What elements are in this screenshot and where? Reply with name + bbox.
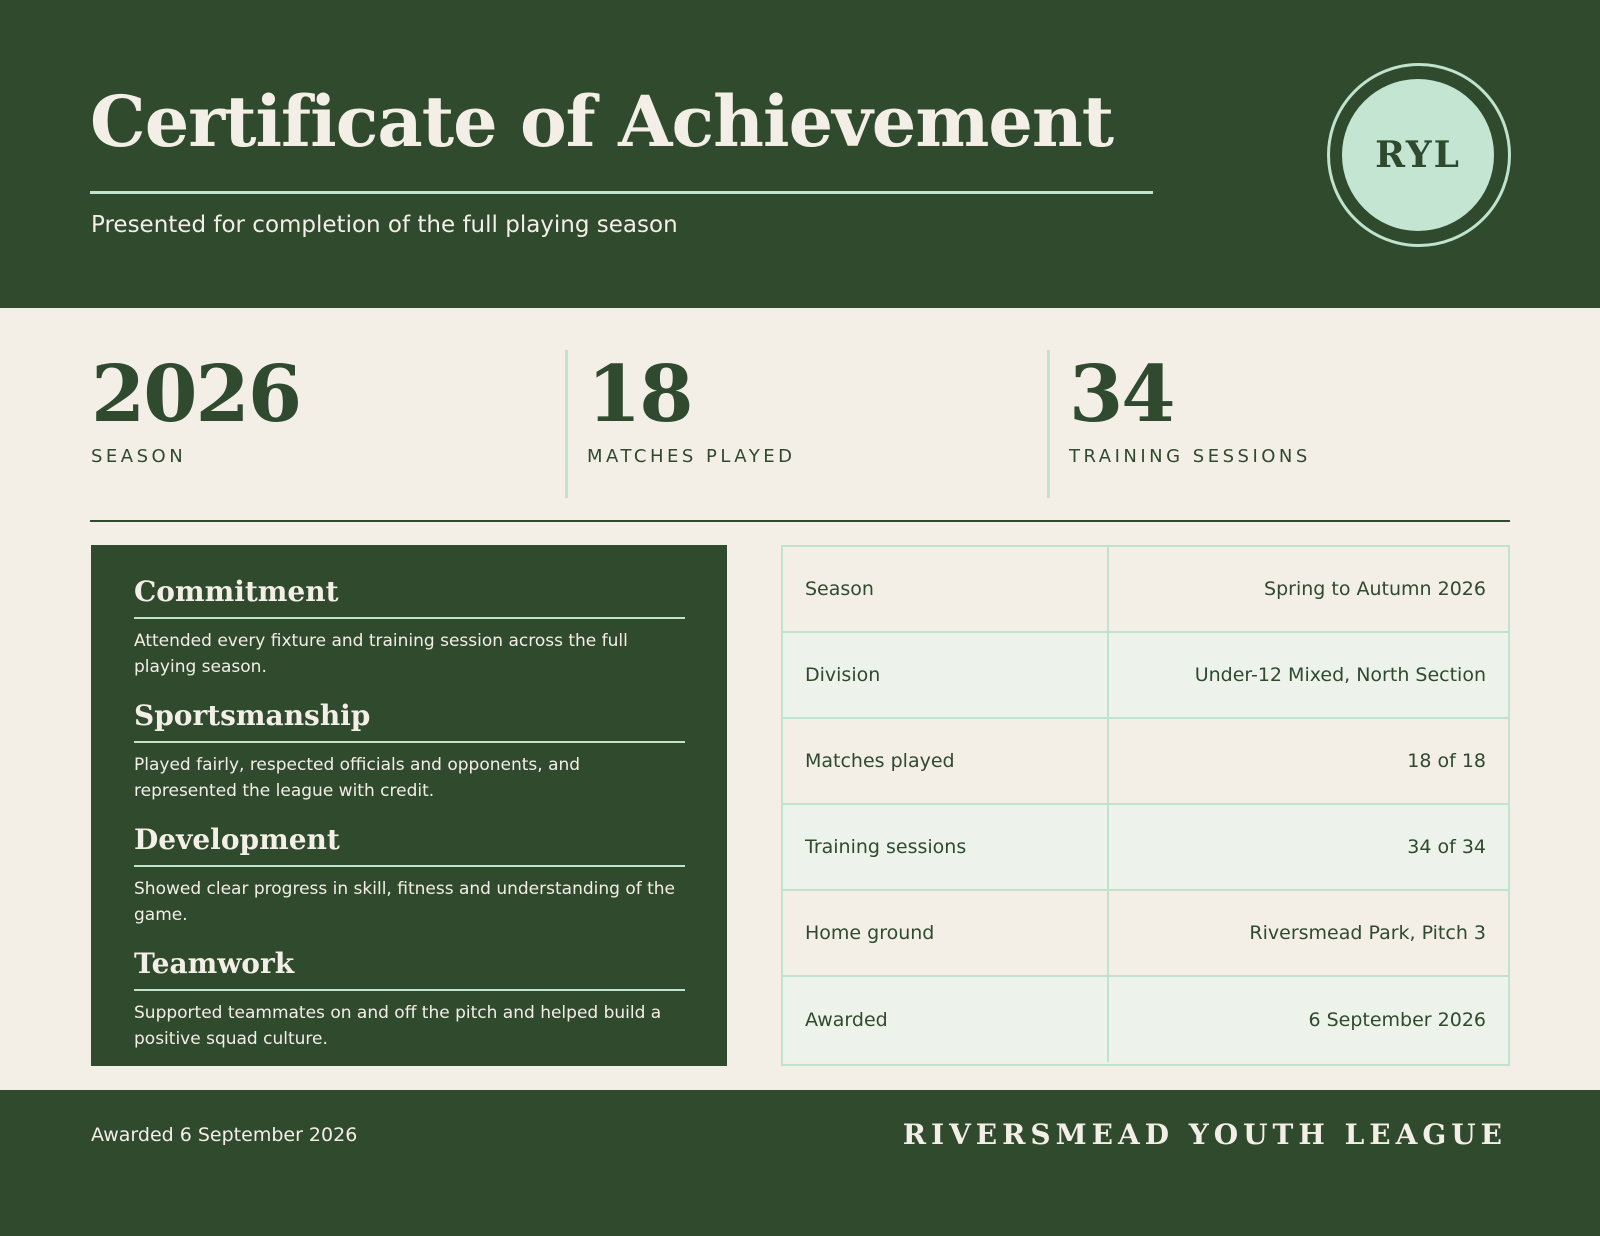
stat-label: SEASON [91, 446, 187, 467]
detail-value: Under-12 Mixed, North Section [1194, 664, 1486, 686]
table-row: Matches played 18 of 18 [783, 719, 1508, 805]
table-row: Home ground Riversmead Park, Pitch 3 [783, 891, 1508, 977]
value-underline [134, 865, 685, 867]
detail-value: Riversmead Park, Pitch 3 [1249, 922, 1486, 944]
value-description: Played fairly, respected officials and o… [134, 755, 581, 801]
stat-value: 18 [587, 349, 694, 440]
title-underline [90, 191, 1153, 194]
header-band: Certificate of Achievement Presented for… [0, 0, 1600, 308]
value-heading: Teamwork [134, 947, 295, 980]
value-underline [134, 989, 685, 991]
stat-label: TRAINING SESSIONS [1069, 446, 1311, 467]
detail-value: 18 of 18 [1407, 750, 1486, 772]
detail-label: Matches played [783, 719, 1109, 803]
stat-divider [1047, 350, 1050, 498]
value-heading: Sportsmanship [134, 699, 371, 732]
footer-band: Awarded 6 September 2026 RIVERSMEAD YOUT… [0, 1090, 1600, 1236]
stat-divider [565, 350, 568, 498]
certificate-subtitle: Presented for completion of the full pla… [91, 212, 678, 238]
table-row: Training sessions 34 of 34 [783, 805, 1508, 891]
footer-organization: RIVERSMEAD YOUTH LEAGUE [902, 1118, 1507, 1151]
table-row: Awarded 6 September 2026 [783, 977, 1508, 1062]
value-commitment: Commitment Attended every fixture and tr… [134, 573, 685, 680]
certificate-title: Certificate of Achievement [90, 80, 1114, 163]
detail-value: 34 of 34 [1407, 836, 1486, 858]
detail-value: Spring to Autumn 2026 [1264, 578, 1486, 600]
stat-value: 34 [1069, 349, 1176, 440]
value-heading: Development [134, 823, 340, 856]
stat-season: 2026 SEASON [91, 349, 302, 468]
detail-label: Awarded [783, 977, 1109, 1062]
detail-value: 6 September 2026 [1308, 1008, 1486, 1031]
league-seal: RYL [1342, 79, 1494, 231]
value-heading: Commitment [134, 575, 339, 608]
values-panel: Commitment Attended every fixture and tr… [91, 545, 727, 1066]
value-description: Supported teammates on and off the pitch… [134, 1003, 662, 1049]
value-underline [134, 617, 685, 619]
table-row: Season Spring to Autumn 2026 [783, 547, 1508, 633]
detail-label: Division [783, 633, 1109, 717]
value-description: Showed clear progress in skill, fitness … [134, 879, 676, 925]
detail-label: Season [783, 547, 1109, 631]
stat-label: MATCHES PLAYED [587, 446, 796, 467]
value-underline [134, 741, 685, 743]
certificate-page: Certificate of Achievement Presented for… [0, 0, 1600, 1236]
value-development: Development Showed clear progress in ski… [134, 821, 685, 928]
detail-label: Home ground [783, 891, 1109, 975]
value-teamwork: Teamwork Supported teammates on and off … [134, 945, 685, 1052]
detail-label: Training sessions [783, 805, 1109, 889]
value-description: Attended every fixture and training sess… [134, 631, 628, 677]
stat-matches-played: 18 MATCHES PLAYED [587, 349, 796, 468]
footer-awarded-date: Awarded 6 September 2026 [91, 1124, 358, 1146]
details-table: Season Spring to Autumn 2026 Division Un… [781, 545, 1510, 1066]
value-sportsmanship: Sportsmanship Played fairly, respected o… [134, 697, 685, 804]
table-row: Division Under-12 Mixed, North Section [783, 633, 1508, 719]
stat-training-sessions: 34 TRAINING SESSIONS [1069, 349, 1311, 468]
stat-value: 2026 [91, 349, 302, 440]
section-divider [90, 520, 1510, 522]
